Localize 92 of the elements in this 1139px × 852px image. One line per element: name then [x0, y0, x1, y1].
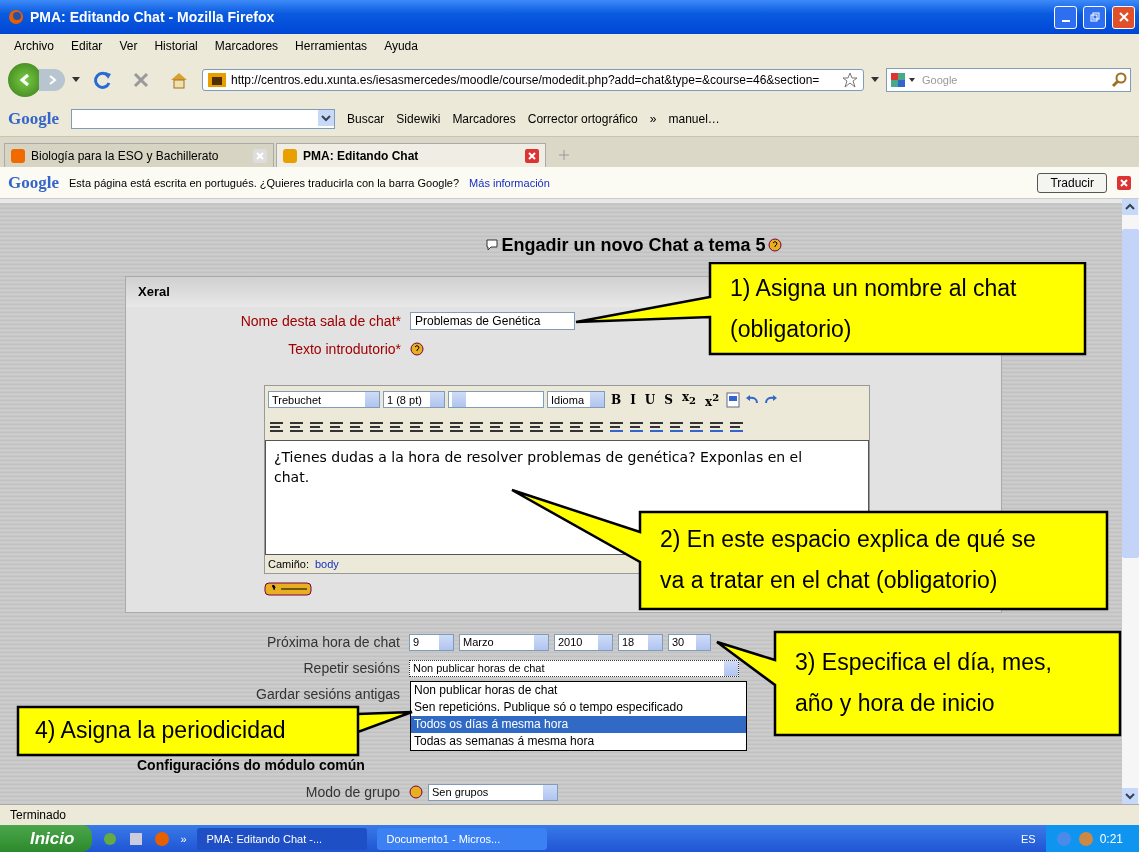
size-select[interactable]: 1 (8 pt) — [383, 391, 445, 408]
restore-button[interactable] — [1083, 5, 1106, 29]
editor-help-icon[interactable] — [264, 582, 312, 596]
translate-message: Esta página está escrita en portugués. ¿Quieres traducirla con la barra Google? — [69, 176, 460, 189]
callout-text: 3) Especifica el día, mes, año y hora de inicio — [795, 648, 1052, 718]
field-label: Texto introdutorio* — [287, 341, 401, 357]
firefox-icon — [8, 9, 24, 25]
menu-item[interactable]: Archivo — [14, 39, 54, 53]
taskbar-button[interactable]: Documento1 - Micros... — [376, 827, 547, 850]
menu-item[interactable]: Marcadores — [214, 39, 279, 53]
field-label: Modo de grupo — [304, 784, 400, 800]
toolbar-item[interactable]: Sidewiki — [396, 112, 441, 126]
menu-item[interactable]: Ayuda — [384, 39, 418, 53]
search-icon[interactable] — [1111, 72, 1127, 88]
toolbar-item[interactable]: manuel… — [668, 112, 720, 126]
word-paste-icon[interactable] — [725, 391, 742, 408]
menu-item[interactable]: Historial — [154, 39, 198, 53]
field-label: Próxima hora de chat — [265, 634, 400, 650]
tab-favicon — [283, 148, 297, 163]
field-label: Repetir sesións — [302, 660, 400, 676]
menu-item[interactable]: Editar — [71, 39, 103, 53]
language-select[interactable]: Idioma — [547, 391, 605, 408]
caret-icon[interactable] — [72, 77, 80, 83]
format-button[interactable]: x$^{2}$ — [702, 389, 723, 410]
google-logo: Google — [8, 172, 59, 193]
translate-button[interactable]: Traducir — [1037, 172, 1107, 193]
tab-favicon — [11, 148, 25, 163]
toolbar-item[interactable]: Corrector ortográfico — [527, 112, 638, 126]
toolbar-item[interactable]: Marcadores — [452, 112, 516, 126]
name-input-field[interactable]: Problemas de Genética — [410, 312, 575, 330]
caret-icon[interactable] — [871, 77, 879, 83]
dropdown-option[interactable]: Non publicar horas de chat — [411, 682, 746, 699]
home-icon[interactable] — [169, 71, 189, 89]
browser-tab[interactable]: Biología para la ESO y Bachillerato — [4, 143, 274, 167]
back-button[interactable] — [8, 63, 42, 97]
field-label: Nome desta sala de chat* — [239, 313, 401, 329]
close-icon[interactable] — [1117, 175, 1131, 190]
close-tab-icon[interactable] — [525, 148, 539, 163]
star-icon[interactable] — [842, 72, 858, 88]
taskbar-button[interactable]: PMA: Editando Chat -... — [196, 827, 367, 850]
format-button[interactable]: x$_{2}$ — [678, 389, 700, 410]
font-select[interactable]: Trebuchet — [268, 391, 380, 408]
search-engine-icon[interactable] — [890, 72, 916, 88]
format-button[interactable]: B — [608, 391, 625, 408]
date-select[interactable]: 30 — [668, 633, 711, 651]
status-text: Terminado — [10, 808, 67, 822]
dropdown-option[interactable]: Sen repeticións. Publique só o tempo especificado — [411, 699, 746, 716]
start-button[interactable]: Inicio — [0, 825, 93, 852]
date-select[interactable]: 2010 — [554, 633, 613, 651]
restore-icon — [1089, 12, 1100, 22]
more-icons[interactable]: » — [180, 832, 187, 845]
chat-icon — [485, 238, 500, 252]
page-heading: Engadir un novo Chat a tema 5 — [501, 234, 766, 256]
date-select[interactable]: Marzo — [459, 633, 549, 651]
callout-text: 4) Asigna la periodicidad — [35, 716, 286, 745]
language-indicator[interactable]: ES — [1020, 832, 1036, 845]
google-logo: Google — [8, 109, 59, 129]
menu-item[interactable]: Herramientas — [295, 39, 368, 53]
menu-item[interactable]: Ver — [119, 39, 138, 53]
format-button[interactable]: I — [627, 391, 639, 408]
dropdown-option[interactable]: Todas as semanas á mesma hora — [411, 733, 746, 750]
toolbar-search-field[interactable] — [71, 109, 335, 129]
scroll-up-icon[interactable] — [1122, 199, 1138, 215]
minimize-button[interactable] — [1054, 5, 1077, 29]
field-label: Gardar sesións antigas — [255, 686, 400, 702]
browser-tab[interactable]: PMA: Editando Chat — [276, 143, 546, 167]
scroll-down-icon[interactable] — [1122, 788, 1138, 804]
format-select[interactable] — [448, 391, 544, 408]
site-icon — [208, 73, 226, 87]
callout-text: 1) Asigna un nombre al chat (obligatorio) — [730, 274, 1017, 344]
repeat-select[interactable]: Non publicar horas de chat — [409, 659, 739, 677]
format-button[interactable]: U — [641, 391, 659, 408]
format-button[interactable]: S — [661, 391, 676, 408]
section-title: Configuracións do módulo común — [136, 756, 366, 775]
reload-icon[interactable] — [93, 70, 113, 90]
toolbar-item[interactable]: Buscar — [347, 112, 385, 126]
date-select[interactable]: 18 — [618, 633, 663, 651]
close-icon — [1118, 12, 1129, 22]
scrollbar[interactable] — [1122, 199, 1139, 804]
toolbar-item[interactable]: » — [649, 112, 657, 126]
dropdown-option[interactable]: Todos os días á mesma hora — [411, 716, 746, 733]
address-field[interactable]: http://centros.edu.xunta.es/iesasmercedes/moodle/course/modedit.php?add=chat&type=&course=46&section= — [202, 69, 864, 91]
date-select[interactable]: 9 — [409, 633, 454, 651]
path-link[interactable]: body — [314, 558, 339, 570]
close-button[interactable] — [1112, 5, 1135, 29]
minimize-icon — [1061, 20, 1070, 22]
group-select[interactable]: Sen grupos — [428, 783, 558, 801]
clock: 0:21 — [1099, 831, 1123, 846]
window-title: PMA: Editando Chat - Mozilla Firefox — [30, 9, 275, 25]
more-info-link[interactable]: Más información — [469, 176, 550, 189]
quick-launch-icon[interactable] — [128, 830, 145, 847]
path-label: Camiño: — [268, 558, 309, 570]
